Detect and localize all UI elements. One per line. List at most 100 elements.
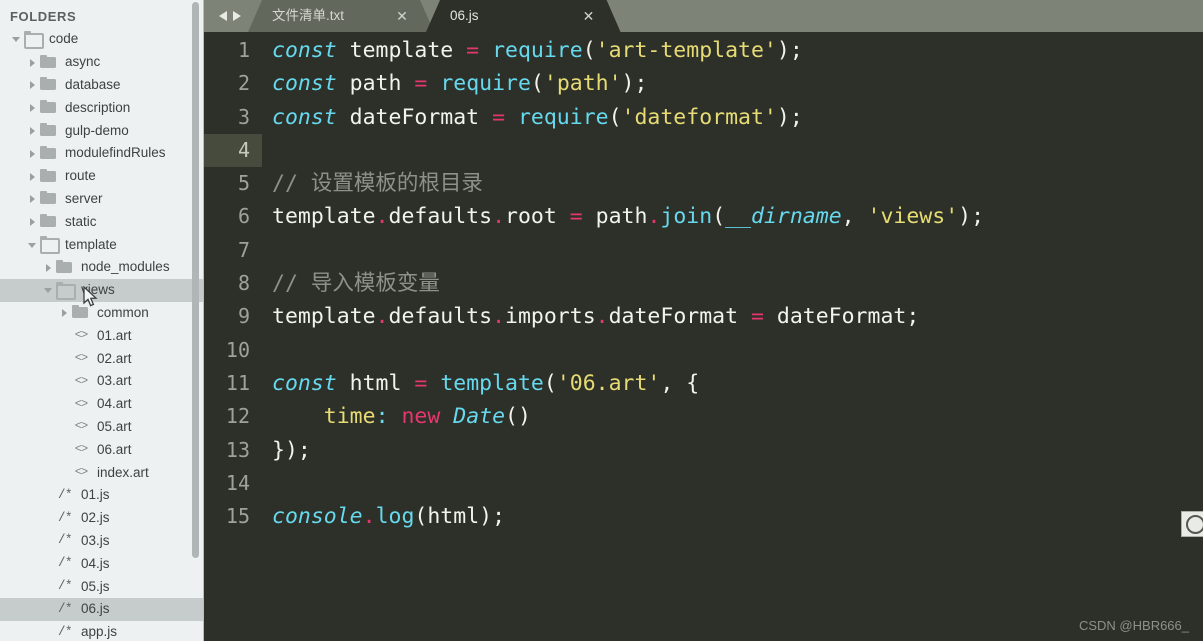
tree-item-route[interactable]: route [0, 165, 203, 188]
next-tab-arrow-icon[interactable] [232, 10, 241, 22]
code-token: dateFormat [608, 304, 751, 330]
code-token: const [272, 71, 350, 97]
tree-item-gulp-demo[interactable]: gulp-demo [0, 119, 203, 142]
folder-closed-icon [39, 168, 59, 184]
tree-item-06-art[interactable]: <> 06.art [0, 438, 203, 461]
code-line-text[interactable]: // 设置模板的根目录 [262, 167, 483, 200]
code-line-text[interactable]: template.defaults.root = path.join(__dir… [262, 200, 984, 233]
code-line-text[interactable]: console.log(html); [262, 500, 505, 533]
html-file-icon: <> [74, 419, 88, 434]
chevron-down-icon[interactable] [10, 33, 23, 46]
tree-item-views[interactable]: views [0, 278, 203, 302]
code-token: ( [543, 370, 557, 396]
code-line: 14 [204, 467, 1203, 500]
folder-closed-icon [55, 259, 75, 275]
tree-item-06-js[interactable]: /* 06.js [0, 597, 203, 621]
code-token: template [440, 370, 544, 396]
tree-item-server[interactable]: server [0, 188, 203, 211]
tree-item-04-js[interactable]: /* 04.js [0, 552, 203, 575]
tree-item-01-art[interactable]: <> 01.art [0, 324, 203, 347]
chevron-right-icon[interactable] [26, 78, 39, 91]
code-token: log [375, 504, 415, 530]
chevron-down-icon[interactable] [42, 284, 55, 297]
chevron-right-icon[interactable] [26, 170, 39, 183]
tree-item-index-art[interactable]: <> index.art [0, 461, 203, 484]
code-line-text[interactable]: const dateFormat = require('dateformat')… [262, 101, 803, 134]
code-token: . [492, 304, 506, 330]
code-line-text[interactable]: const template = require('art-template')… [262, 34, 803, 67]
tree-item-02-art[interactable]: <> 02.art [0, 347, 203, 370]
sidebar-scrollbar[interactable] [192, 0, 199, 641]
chevron-right-icon[interactable] [26, 56, 39, 69]
code-editor[interactable]: 1 const template = require('art-template'… [204, 32, 1203, 641]
line-number: 1 [237, 38, 250, 62]
code-line: 10 [204, 334, 1203, 367]
tree-item-04-art[interactable]: <> 04.art [0, 393, 203, 416]
line-number: 10 [225, 337, 250, 362]
tree-item-node-modules[interactable]: node_modules [0, 256, 203, 279]
code-line-text[interactable]: template.defaults.imports.dateFormat = d… [262, 300, 919, 333]
code-token: '06.art' [556, 370, 661, 396]
chevron-right-icon[interactable] [26, 192, 39, 205]
js-file-icon: /* [57, 487, 73, 502]
code-line-text[interactable]: // 导入模板变量 [262, 267, 440, 300]
code-token: . [492, 204, 506, 230]
tree-item-async[interactable]: async [0, 51, 203, 74]
line-number: 2 [237, 71, 250, 96]
tree-item-05-js[interactable]: /* 05.js [0, 575, 203, 598]
line-number: 8 [237, 271, 250, 296]
tree-item-02-js[interactable]: /* 02.js [0, 507, 203, 530]
tab-close-icon[interactable]: ✕ [583, 9, 595, 23]
chevron-right-icon[interactable] [26, 124, 39, 137]
tree-item-description[interactable]: description [0, 96, 203, 119]
code-line-text[interactable]: time: new Date() [262, 400, 531, 433]
tree-item-label: async [65, 54, 101, 70]
tree-item-app-js[interactable]: /* app.js [0, 621, 203, 641]
tree-item-03-art[interactable]: <> 03.art [0, 370, 203, 393]
line-number: 5 [237, 171, 250, 196]
code-token: ( [712, 204, 726, 230]
code-line-text[interactable]: const html = template('06.art', { [262, 367, 699, 400]
tree-item-common[interactable]: common [0, 302, 203, 325]
chevron-right-icon[interactable] [58, 306, 71, 319]
editor-tab-inactive[interactable]: 文件清单.txt ✕ [248, 0, 434, 32]
js-file-icon: /* [57, 510, 73, 525]
editor-tab-active[interactable]: 06.js ✕ [426, 0, 621, 32]
tree-item-05-art[interactable]: <> 05.art [0, 416, 203, 439]
code-line-text[interactable]: const path = require('path'); [262, 67, 647, 100]
folder-tree: code async database description gulp-demo mod… [0, 28, 203, 641]
chevron-down-icon[interactable] [26, 238, 39, 251]
chevron-right-icon[interactable] [26, 101, 39, 114]
code-token: { [686, 370, 700, 396]
code-token: () [505, 404, 531, 430]
prev-tab-arrow-icon[interactable] [219, 10, 228, 22]
code-line-text[interactable]: }); [262, 434, 311, 467]
code-token: ; [492, 504, 506, 530]
tree-item-code[interactable]: code [0, 28, 203, 51]
tree-item-modulefindrules[interactable]: modulefindRules [0, 142, 203, 165]
tree-item-static[interactable]: static [0, 210, 203, 233]
tree-item-03-js[interactable]: /* 03.js [0, 530, 203, 553]
chevron-right-icon[interactable] [26, 147, 39, 160]
html-file-icon: <> [74, 328, 88, 343]
sidebar-scrollbar-thumb[interactable] [192, 2, 199, 558]
sublime-text-window: FOLDERS code async database description gulp… [0, 0, 1203, 641]
chevron-right-icon[interactable] [42, 261, 55, 274]
code-line: 3 const dateFormat = require('dateformat'… [204, 101, 1203, 134]
code-token: ) [776, 104, 790, 130]
tree-item-01-js[interactable]: /* 01.js [0, 484, 203, 507]
code-token: 'path' [543, 71, 622, 97]
tree-item-label: server [65, 190, 103, 206]
tree-item-label: 02.js [81, 510, 110, 526]
tree-item-template[interactable]: template [0, 233, 203, 256]
tab-close-icon[interactable]: ✕ [396, 9, 408, 23]
chevron-right-icon[interactable] [26, 215, 39, 228]
tree-item-database[interactable]: database [0, 74, 203, 97]
tree-item-label: gulp-demo [65, 122, 129, 138]
line-number: 11 [225, 370, 250, 395]
